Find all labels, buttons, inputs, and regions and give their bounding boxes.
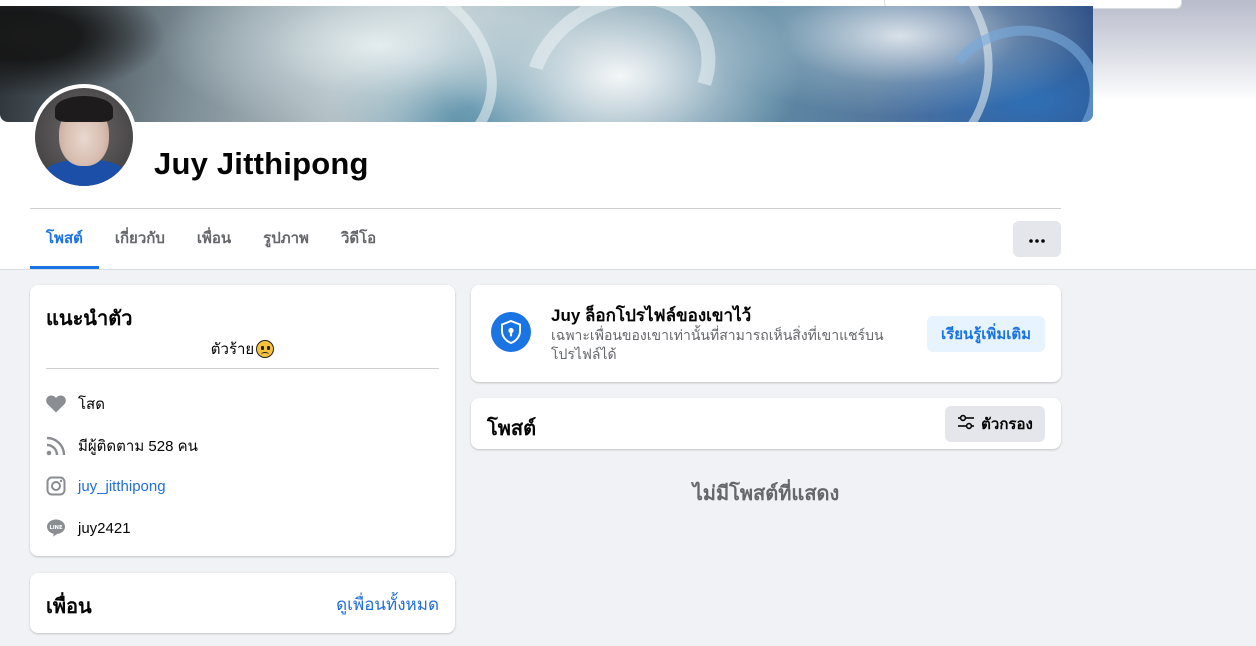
filter-button[interactable]: ตัวกรอง [945, 406, 1045, 442]
cover-fade [1093, 0, 1256, 100]
relationship-row: โสด [46, 392, 105, 416]
locked-profile-card: Juy ล็อกโปรไฟล์ของเขาไว้ เฉพาะเพื่อนของเ… [471, 285, 1061, 382]
cover-photo[interactable] [0, 6, 1093, 122]
see-all-friends-link[interactable]: ดูเพื่อนทั้งหมด [336, 591, 439, 618]
tab-photos[interactable]: รูปภาพ [247, 213, 325, 269]
locked-description: เฉพาะเพื่อนของเขาเท่านั้นที่สามารถเห็นสิ… [551, 327, 884, 362]
profile-tabs: โพสต์ เกี่ยวกับ เพื่อน รูปภาพ วิดีโอ [30, 213, 392, 269]
more-dots-icon [1029, 230, 1045, 248]
filter-label: ตัวกรอง [981, 416, 1033, 433]
line-app-icon: LINE [46, 518, 66, 538]
line-row: LINE juy2421 [46, 518, 131, 538]
tab-videos[interactable]: วิดีโอ [325, 213, 392, 269]
bio: ตัวร้าย [46, 337, 439, 361]
learn-more-button[interactable]: เรียนรู้เพิ่มเติม [927, 316, 1045, 352]
friends-title: เพื่อน [46, 596, 92, 618]
followers-row: มีผู้ติดตาม 528 คน [46, 434, 198, 458]
intro-divider [46, 368, 439, 369]
profile-name: Juy Jitthipong [154, 146, 369, 181]
profile-picture[interactable] [31, 84, 137, 190]
friends-card: เพื่อน ดูเพื่อนทั้งหมด [30, 573, 455, 633]
frowning-face-icon [256, 340, 275, 358]
filter-sliders-icon [957, 414, 975, 434]
heart-icon [46, 394, 66, 414]
posts-header-card: โพสต์ ตัวกรอง [471, 398, 1061, 449]
profile-page: Juy Jitthipong โพสต์ เกี่ยวกับ เพื่อน รู… [0, 0, 1256, 646]
tab-posts[interactable]: โพสต์ [30, 213, 99, 269]
instagram-row: juy_jitthipong [46, 476, 166, 496]
more-options-button[interactable] [1013, 221, 1061, 257]
tab-about[interactable]: เกี่ยวกับ [99, 213, 181, 269]
posts-title: โพสต์ [487, 418, 537, 440]
rss-followers-icon [46, 436, 66, 456]
tab-friends[interactable]: เพื่อน [181, 213, 247, 269]
avatar [35, 88, 133, 186]
no-posts-message: ไม่มีโพสต์ที่แสดง [692, 483, 840, 505]
relationship-status: โสด [78, 396, 105, 413]
svg-text:LINE: LINE [49, 525, 63, 531]
intro-card: แนะนำตัว ตัวร้าย โสด มีผู้ติดตาม 528 คน … [30, 285, 455, 556]
header-divider [30, 208, 1061, 209]
instagram-link[interactable]: juy_jitthipong [78, 478, 166, 495]
followers-count: มีผู้ติดตาม 528 คน [78, 438, 198, 455]
shield-lock-icon [491, 312, 531, 352]
intro-title: แนะนำตัว [46, 308, 133, 330]
line-id: juy2421 [78, 519, 131, 537]
locked-title: Juy ล็อกโปรไฟล์ของเขาไว้ [551, 306, 752, 325]
instagram-icon [46, 476, 66, 496]
bio-text: ตัวร้าย [210, 341, 255, 358]
profile-header: Juy Jitthipong โพสต์ เกี่ยวกับ เพื่อน รู… [0, 0, 1256, 269]
header-shadow [0, 269, 1256, 270]
